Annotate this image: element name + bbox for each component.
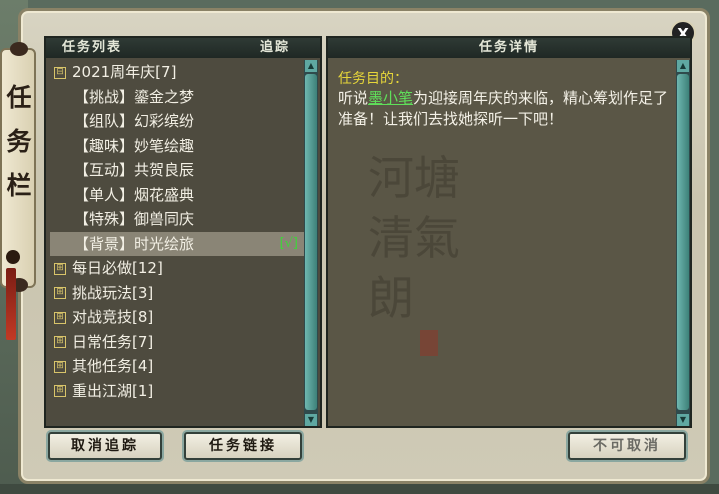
quest-item[interactable]: 【单人】烟花盛典: [50, 183, 304, 208]
track-check-icon[interactable]: [√]: [280, 232, 298, 257]
quest-item-label: 【挑战】鎏金之梦: [74, 87, 195, 106]
quest-group[interactable]: ⊟ 2021周年庆[7]: [50, 60, 304, 85]
quest-item-label: 【单人】烟花盛典: [74, 185, 195, 204]
ornament-bead: [6, 250, 20, 264]
quest-detail-panel: 任务详情 河塘 清氣朗 任务目的： 听说墨小笔为迎接周年庆的来临，精心筹划作足了准…: [326, 36, 692, 428]
quest-item[interactable]: 【组队】幻彩缤纷: [50, 109, 304, 134]
expand-icon[interactable]: ⊞: [54, 385, 66, 397]
quest-group[interactable]: ⊞ 其他任务[4]: [50, 354, 304, 379]
expand-icon[interactable]: ⊞: [54, 311, 66, 324]
objective-text: 听说墨小笔为迎接周年庆的来临，精心筹划作足了准备！让我们去找她探听一下吧！: [338, 88, 673, 130]
quest-item-label: 【互动】共贺良辰: [74, 161, 195, 179]
track-column-label: 追踪: [259, 40, 290, 55]
quest-list-title: 任务列表: [62, 40, 123, 55]
quest-group[interactable]: ⊞ 对战竞技[8]: [50, 305, 304, 330]
expand-icon[interactable]: ⊞: [54, 336, 66, 348]
calligraphy-watermark: 河塘 清氣朗: [368, 151, 460, 325]
collapse-icon[interactable]: ⊟: [54, 66, 66, 79]
scroll-thumb[interactable]: [305, 74, 317, 410]
quest-item[interactable]: 【趣味】妙笔绘趣: [50, 134, 304, 159]
quest-group-label: 日常任务[7]: [72, 332, 154, 351]
quest-group-label: 其他任务[4]: [72, 357, 154, 375]
quest-list-scrollbar[interactable]: ▲ ▼: [304, 60, 318, 426]
quest-group[interactable]: ⊞ 挑战玩法[3]: [50, 281, 304, 306]
detail-scroll-down-arrow[interactable]: ▼: [677, 414, 689, 426]
quest-item[interactable]: 【特殊】御兽同庆: [50, 207, 304, 232]
npc-link[interactable]: 墨小笔: [368, 89, 413, 107]
quest-item-label: 【背景】时光绘旅: [74, 234, 195, 253]
quest-item-label: 【特殊】御兽同庆: [74, 210, 195, 228]
quest-item-label: 【组队】幻彩缤纷: [74, 112, 195, 130]
detail-scrollbar[interactable]: ▲ ▼: [676, 60, 690, 426]
quest-detail-title: 任务详情: [478, 40, 539, 55]
quest-list-header: 任务列表 追踪: [46, 38, 320, 58]
quest-group-label: 对战竞技[8]: [72, 308, 154, 326]
quest-group-label: 每日必做[12]: [72, 259, 163, 277]
scroll-top-knob: [10, 42, 28, 56]
quest-group-label: 挑战玩法[3]: [72, 283, 154, 302]
quest-list-panel: 任务列表 追踪 ⊟ 2021周年庆[7] 【挑战】鎏金之梦 【组队】幻彩缤纷 【趣味】妙…: [44, 36, 322, 428]
detail-scroll-thumb[interactable]: [677, 74, 689, 410]
scroll-down-arrow[interactable]: ▼: [305, 414, 317, 426]
quest-group[interactable]: ⊞ 重出江湖[1]: [50, 379, 304, 404]
background-bottom: [0, 484, 719, 494]
side-title: 任务栏: [6, 83, 32, 200]
task-link-button[interactable]: 任务链接: [184, 432, 302, 460]
quest-item[interactable]: 【互动】共贺良辰: [50, 158, 304, 183]
scroll-up-arrow[interactable]: ▲: [305, 60, 317, 72]
red-tassel: [6, 268, 16, 340]
quest-detail-header: 任务详情: [328, 38, 690, 58]
quest-group-label: 重出江湖[1]: [72, 381, 154, 400]
cannot-cancel-button[interactable]: 不可取消: [568, 432, 686, 460]
quest-group[interactable]: ⊞ 日常任务[7]: [50, 330, 304, 355]
seal-stamp: [420, 330, 438, 356]
objective-text-before: 听说: [338, 89, 369, 107]
quest-item[interactable]: 【背景】时光绘旅 [√]: [50, 231, 304, 257]
expand-icon[interactable]: ⊞: [54, 360, 66, 373]
detail-scroll-up-arrow[interactable]: ▲: [677, 60, 689, 72]
quest-list: ⊟ 2021周年庆[7] 【挑战】鎏金之梦 【组队】幻彩缤纷 【趣味】妙笔绘趣 【互动】共…: [50, 60, 304, 426]
expand-icon[interactable]: ⊞: [54, 287, 66, 299]
quest-group[interactable]: ⊞ 每日必做[12]: [50, 256, 304, 281]
expand-icon[interactable]: ⊞: [54, 262, 66, 275]
quest-group-label: 2021周年庆[7]: [72, 63, 177, 81]
quest-item-label: 【趣味】妙笔绘趣: [74, 136, 195, 155]
quest-item[interactable]: 【挑战】鎏金之梦: [50, 85, 304, 110]
cancel-track-button[interactable]: 取消追踪: [48, 432, 162, 460]
objective-label: 任务目的：: [338, 71, 408, 87]
